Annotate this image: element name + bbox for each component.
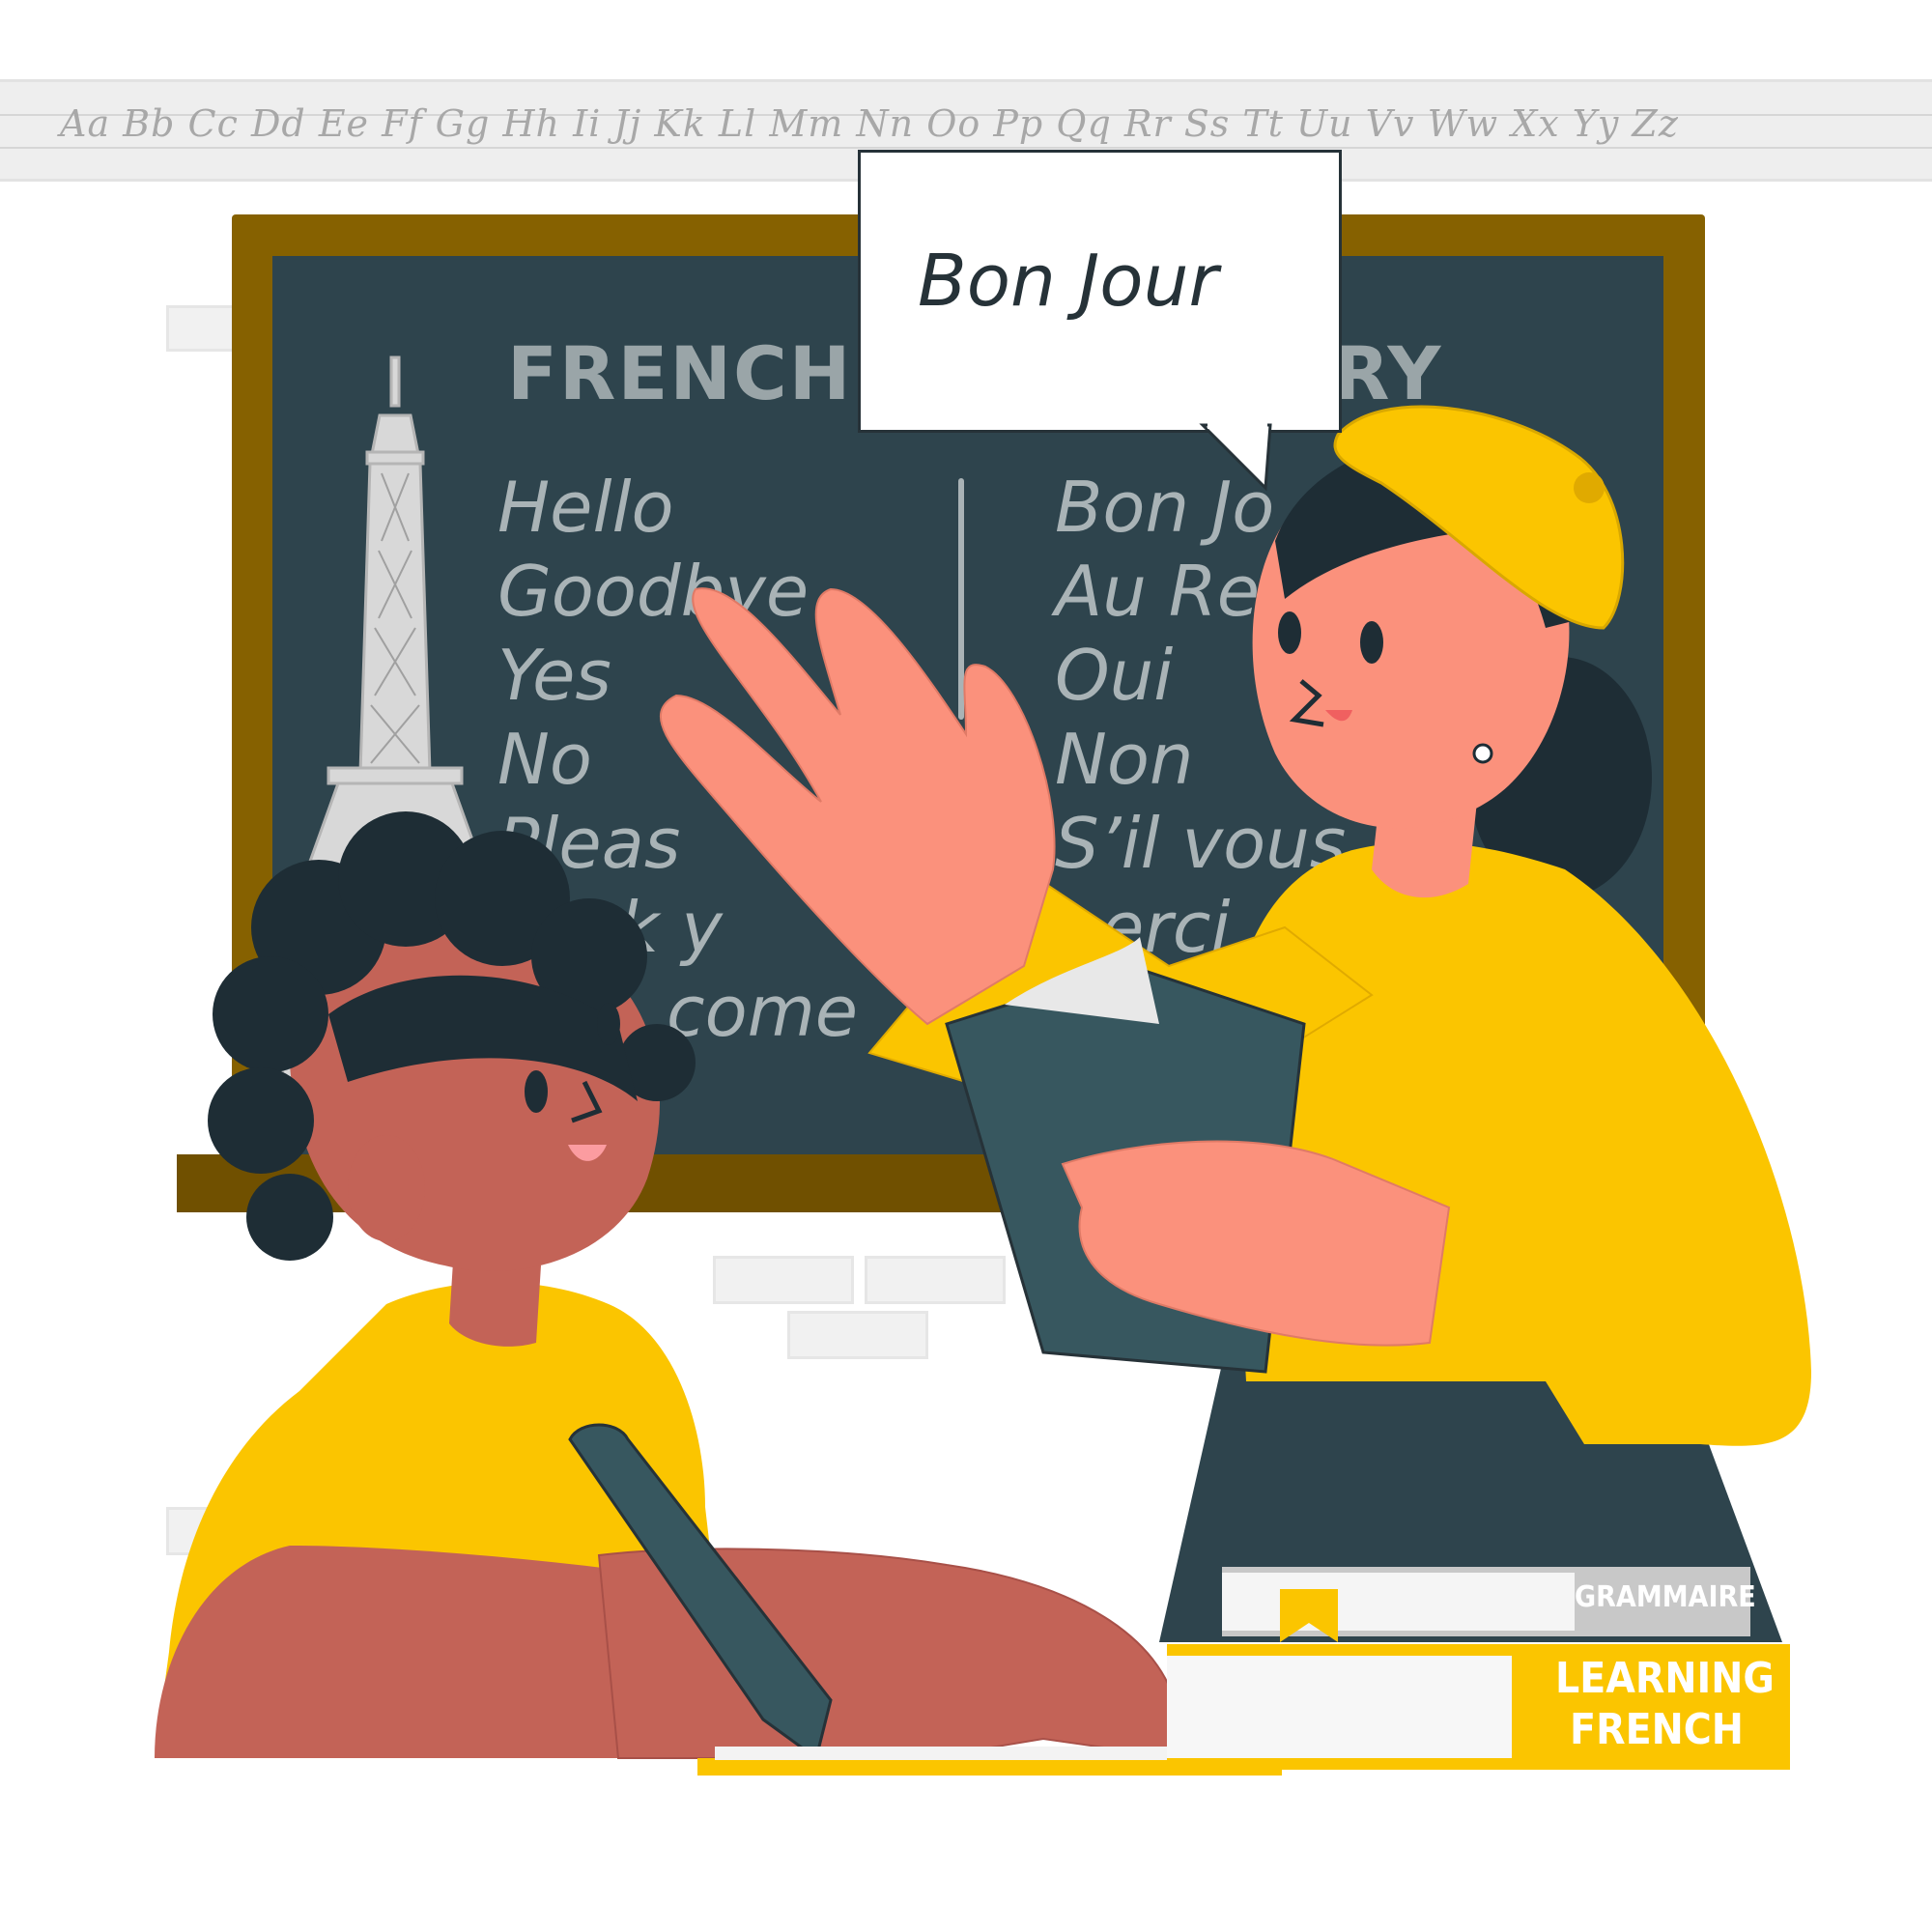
book-bottom-label-line1: LEARNING: [1555, 1654, 1775, 1703]
book-top-label: GRAMMAIRE: [1575, 1580, 1756, 1614]
book-bottom-label-line2: FRENCH: [1570, 1705, 1744, 1754]
speech-bubble-text: Bon Jour: [918, 240, 1218, 323]
